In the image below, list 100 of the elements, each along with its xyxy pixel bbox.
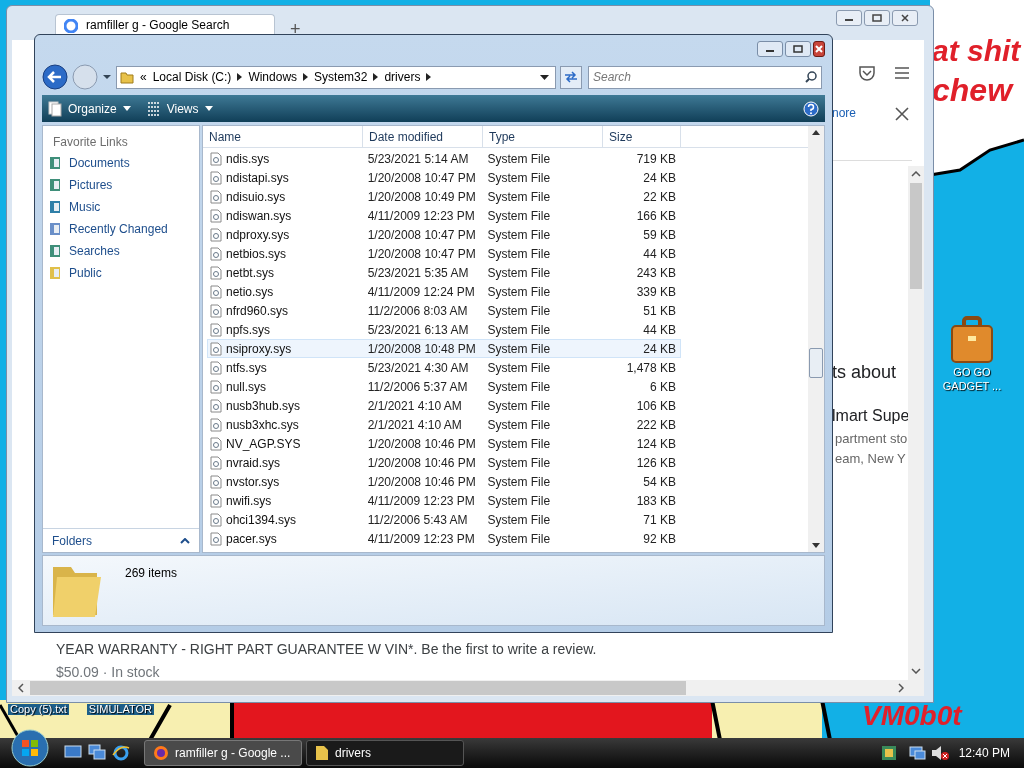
- scroll-down-icon[interactable]: [911, 668, 921, 674]
- file-row[interactable]: nvstor.sys 1/20/2008 10:46 PM System File 54 KB: [207, 472, 681, 491]
- desktop-icon-label[interactable]: Copy (5).txt: [8, 704, 69, 715]
- file-row[interactable]: ndisuio.sys 1/20/2008 10:49 PM System File 22 KB: [207, 187, 681, 206]
- clock[interactable]: 12:40 PM: [958, 744, 1010, 762]
- breadcrumb-item[interactable]: drivers: [384, 71, 421, 83]
- taskbar-button[interactable]: drivers: [306, 740, 464, 766]
- muted-speaker-icon[interactable]: [930, 745, 949, 761]
- dropdown-icon[interactable]: [540, 74, 549, 80]
- file-row[interactable]: nvraid.sys 1/20/2008 10:46 PM System File 126 KB: [207, 453, 681, 472]
- refresh-icon: [564, 71, 578, 83]
- breadcrumb-item[interactable]: System32: [314, 71, 368, 83]
- network-icon[interactable]: [880, 745, 897, 761]
- close-icon: [900, 14, 910, 22]
- file-row[interactable]: netio.sys 4/11/2009 12:24 PM System File 339 KB: [207, 282, 681, 301]
- file-row[interactable]: nsiproxy.sys 1/20/2008 10:48 PM System File 24 KB: [207, 339, 681, 358]
- file-row[interactable]: netbios.sys 1/20/2008 10:47 PM System File 44 KB: [207, 244, 681, 263]
- pocket-icon[interactable]: [858, 65, 876, 81]
- scroll-down-icon[interactable]: [812, 543, 820, 548]
- learn-more-link[interactable]: nore: [832, 107, 857, 119]
- search-box[interactable]: Search: [588, 65, 822, 89]
- overflow-button[interactable]: «: [140, 71, 147, 83]
- file-row[interactable]: nwifi.sys 4/11/2009 12:23 PM System File 183 KB: [207, 491, 681, 510]
- file-type: System File: [486, 397, 552, 415]
- file-row[interactable]: null.sys 11/2/2006 5:37 AM System File 6 KB: [207, 377, 681, 396]
- favorite-link[interactable]: Music: [49, 196, 199, 218]
- file-row[interactable]: ohci1394.sys 11/2/2006 5:43 AM System File 71 KB: [207, 510, 681, 529]
- close-button[interactable]: [892, 10, 918, 26]
- file-type: System File: [486, 321, 552, 339]
- browser-tab[interactable]: ramfiller g - Google Search: [55, 14, 275, 34]
- back-button[interactable]: [42, 64, 68, 90]
- favorite-link[interactable]: Public: [49, 262, 199, 284]
- file-row[interactable]: NV_AGP.SYS 1/20/2008 10:46 PM System File 124 KB: [207, 434, 681, 453]
- file-row[interactable]: pacer.sys 4/11/2009 12:23 PM System File 92 KB: [207, 529, 681, 548]
- column-header[interactable]: Type: [483, 126, 603, 147]
- vertical-scrollbar[interactable]: [808, 126, 824, 552]
- favorite-link[interactable]: Searches: [49, 240, 199, 262]
- chevron-icon[interactable]: [237, 73, 243, 81]
- column-header[interactable]: Date modified: [363, 126, 483, 147]
- desktop-icon-label[interactable]: SIMULATOR: [86, 704, 155, 715]
- minimize-button[interactable]: [757, 41, 783, 57]
- help-icon[interactable]: [803, 100, 819, 117]
- connection-icon[interactable]: [908, 745, 927, 761]
- windows-icon[interactable]: [88, 744, 106, 760]
- file-row[interactable]: netbt.sys 5/23/2021 5:35 AM System File 243 KB: [207, 263, 681, 282]
- new-tab-button[interactable]: +: [290, 20, 301, 38]
- start-button[interactable]: [10, 728, 50, 768]
- favorite-link[interactable]: Documents: [49, 152, 199, 174]
- file-size: 222 KB: [635, 416, 677, 434]
- google-icon: [64, 19, 78, 33]
- nav-header: Favorite Links: [53, 136, 129, 148]
- favorite-link[interactable]: Recently Changed: [49, 218, 199, 240]
- file-row[interactable]: nusb3xhc.sys 2/1/2021 4:10 AM System File 222 KB: [207, 415, 681, 434]
- history-dropdown-icon[interactable]: [102, 74, 112, 80]
- file-row[interactable]: ndistapi.sys 1/20/2008 10:47 PM System File 24 KB: [207, 168, 681, 187]
- toolbar-button[interactable]: Organize: [48, 100, 131, 117]
- file-row[interactable]: ndproxy.sys 1/20/2008 10:47 PM System File 59 KB: [207, 225, 681, 244]
- scroll-up-icon[interactable]: [812, 130, 820, 135]
- file-name: npfs.sys: [226, 321, 270, 339]
- folders-toggle[interactable]: Folders: [43, 528, 199, 552]
- breadcrumb-item[interactable]: Local Disk (C:): [152, 71, 232, 83]
- toolbar-button[interactable]: Views: [146, 100, 213, 117]
- library-icon: [49, 244, 61, 258]
- file-name: nvstor.sys: [226, 473, 280, 491]
- taskbar-button[interactable]: ramfiller g - Google ...: [144, 740, 302, 766]
- file-name: netbios.sys: [226, 245, 287, 263]
- scroll-left-icon[interactable]: [18, 683, 24, 693]
- file-row[interactable]: ndis.sys 5/23/2021 5:14 AM System File 719 KB: [207, 149, 681, 168]
- briefcase-icon[interactable]: [950, 316, 994, 366]
- file-row[interactable]: nusb3hub.sys 2/1/2021 4:10 AM System File 106 KB: [207, 396, 681, 415]
- dropdown-icon: [204, 106, 213, 111]
- scroll-up-icon[interactable]: [911, 171, 921, 177]
- file-row[interactable]: npfs.sys 5/23/2021 6:13 AM System File 44 KB: [207, 320, 681, 339]
- minimize-button[interactable]: [836, 10, 862, 26]
- close-icon[interactable]: [895, 107, 909, 121]
- desktop-icon[interactable]: [64, 744, 82, 760]
- file-row[interactable]: nfrd960.sys 11/2/2006 8:03 AM System File 51 KB: [207, 301, 681, 320]
- maximize-button[interactable]: [785, 41, 811, 57]
- column-header[interactable]: Name: [203, 126, 363, 147]
- file-icon: [210, 474, 222, 489]
- chevron-icon[interactable]: [303, 73, 309, 81]
- menu-icon[interactable]: [894, 66, 910, 80]
- maximize-button[interactable]: [864, 10, 890, 26]
- file-name: pacer.sys: [226, 530, 277, 548]
- file-row[interactable]: ndiswan.sys 4/11/2009 12:23 PM System File 166 KB: [207, 206, 681, 225]
- file-icon: [210, 417, 222, 432]
- search-icon[interactable]: [805, 71, 817, 83]
- close-button[interactable]: [813, 41, 825, 57]
- refresh-button[interactable]: [560, 65, 582, 89]
- item-count: 269 items: [125, 565, 178, 582]
- favorite-link[interactable]: Pictures: [49, 174, 199, 196]
- address-bar[interactable]: « Local Disk (C:) Windows System32 drivers: [116, 65, 556, 89]
- scroll-right-icon[interactable]: [898, 683, 904, 693]
- breadcrumb-item[interactable]: Windows: [248, 71, 298, 83]
- chevron-icon[interactable]: [426, 73, 432, 81]
- search-field[interactable]: Search: [593, 68, 773, 86]
- file-row[interactable]: ntfs.sys 5/23/2021 4:30 AM System File 1,478 KB: [207, 358, 681, 377]
- browser-icon[interactable]: [112, 744, 130, 762]
- chevron-icon[interactable]: [373, 73, 379, 81]
- column-header[interactable]: Size: [603, 126, 681, 147]
